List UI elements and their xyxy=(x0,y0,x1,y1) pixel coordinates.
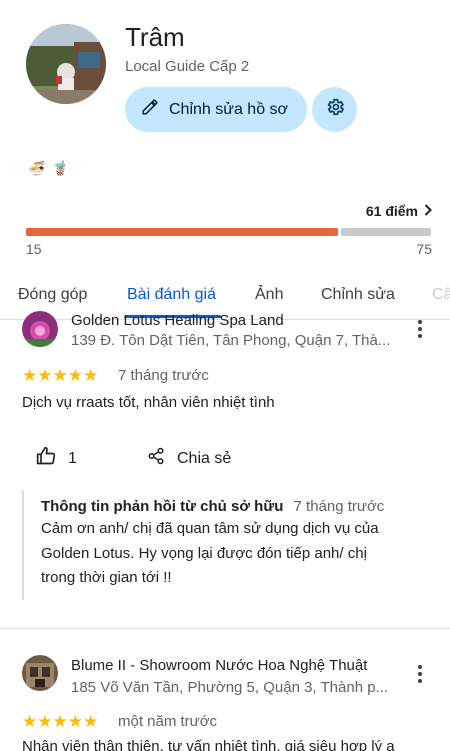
place-name[interactable]: Golden Lotus Healing Spa Land xyxy=(71,312,284,329)
tab-edits[interactable]: Chỉnh sửa xyxy=(321,286,395,304)
gear-icon xyxy=(325,97,345,122)
profile-name: Trâm xyxy=(125,22,185,52)
bubble-tea-badge: 🧋 xyxy=(51,160,69,176)
like-count: 1 xyxy=(68,449,77,467)
noodle-bowl-badge: 🍜 xyxy=(28,160,46,176)
points-label: 61 điểm xyxy=(365,203,418,219)
local-guide-level[interactable]: Local Guide Cấp 2 xyxy=(125,58,249,75)
reply-text: Cảm ơn anh/ chị đã quan tâm sử dụng dịch… xyxy=(41,517,422,591)
place-address: 185 Võ Văn Tần, Phường 5, Quận 3, Thành … xyxy=(71,679,389,696)
place-name[interactable]: Blume II - Showroom Nước Hoa Nghệ Thuật xyxy=(71,657,367,674)
edit-profile-button[interactable]: Chỉnh sửa hồ sơ xyxy=(125,87,307,132)
review-text: Dịch vụ rraats tốt, nhân viên nhiệt tình xyxy=(22,394,275,411)
reply-line: trong thời gian tới !! xyxy=(41,569,172,586)
points-progress-bar xyxy=(26,228,431,236)
share-button[interactable]: Chia sẻ xyxy=(147,446,231,471)
review-text: Nhân viên thân thiện, tư vấn nhiệt tình,… xyxy=(22,738,395,751)
tab-contributions[interactable]: Đóng góp xyxy=(18,286,87,304)
edit-profile-label: Chỉnh sửa hồ sơ xyxy=(169,100,289,118)
star-rating: ★★★★★ xyxy=(22,366,99,385)
badge-list: 🍜 🧋 xyxy=(28,160,69,177)
reply-time: 7 tháng trước xyxy=(293,498,385,515)
profile-avatar[interactable] xyxy=(26,24,106,104)
reply-owner-label: Thông tin phản hồi từ chủ sở hữu xyxy=(41,498,284,515)
reply-header: Thông tin phản hồi từ chủ sở hữu 7 tháng… xyxy=(41,498,422,515)
progress-min-label: 15 xyxy=(26,241,42,257)
settings-button[interactable] xyxy=(312,87,357,132)
share-icon xyxy=(147,446,165,471)
place-address: 139 Đ. Tôn Dật Tiên, Tân Phong, Quận 7, … xyxy=(71,332,391,349)
review-time: 7 tháng trước xyxy=(118,367,209,384)
pencil-icon xyxy=(141,98,159,121)
tab-more-partial[interactable]: Câ xyxy=(432,286,450,304)
tab-reviews[interactable]: Bài đánh giá xyxy=(127,286,216,304)
progress-remaining xyxy=(341,228,431,236)
thumb-up-icon xyxy=(36,446,56,471)
share-label: Chia sẻ xyxy=(177,449,232,467)
chevron-right-icon xyxy=(424,203,432,219)
like-button[interactable]: 1 xyxy=(36,446,77,471)
place-thumbnail[interactable] xyxy=(22,655,58,691)
progress-fill xyxy=(26,228,338,236)
review-time: một năm trước xyxy=(118,713,218,730)
more-vert-icon[interactable] xyxy=(412,664,428,684)
review-divider xyxy=(0,628,450,629)
place-thumbnail[interactable] xyxy=(22,311,58,347)
owner-reply: Thông tin phản hồi từ chủ sở hữu 7 tháng… xyxy=(22,490,422,600)
reply-line: Cảm ơn anh/ chị đã quan tâm sử dụng dịch… xyxy=(41,520,379,537)
star-rating: ★★★★★ xyxy=(22,712,99,731)
points-link[interactable]: 61 điểm xyxy=(366,203,432,219)
progress-max-label: 75 xyxy=(416,241,432,257)
more-vert-icon[interactable] xyxy=(412,319,428,339)
tab-photos[interactable]: Ảnh xyxy=(255,286,283,304)
reply-line: Golden Lotus. Hy vọng lại được đón tiếp … xyxy=(41,544,367,562)
